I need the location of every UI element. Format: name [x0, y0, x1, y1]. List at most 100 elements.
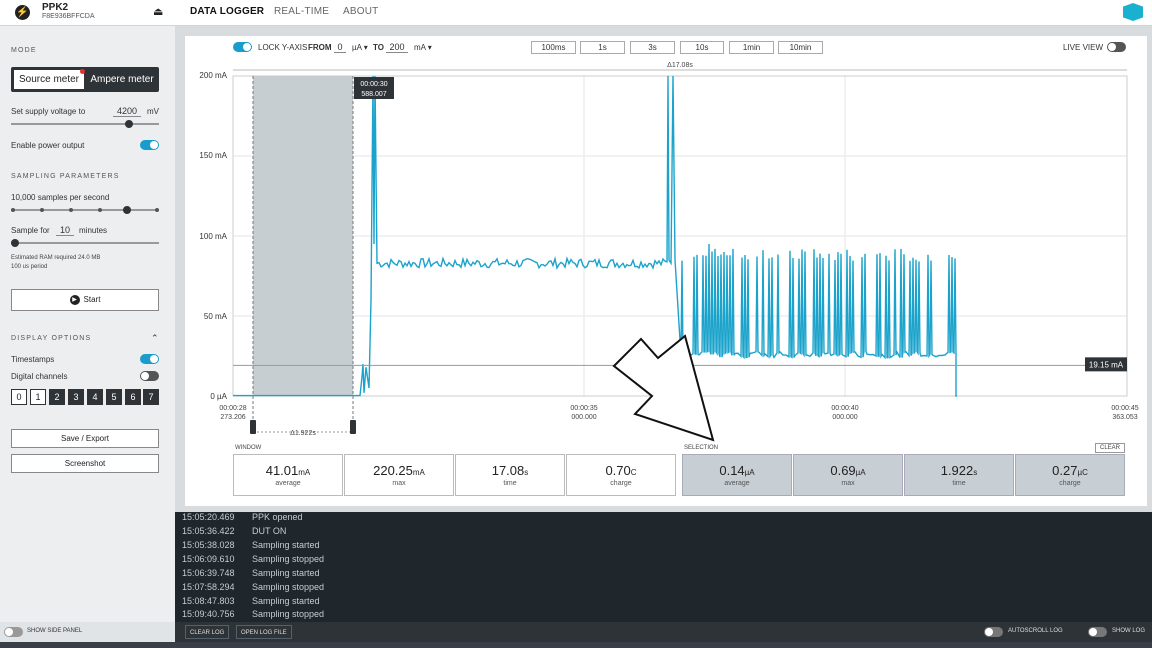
- clear-selection-button[interactable]: CLEAR: [1095, 443, 1126, 453]
- digital-channel-7[interactable]: 7: [143, 389, 159, 405]
- screenshot-button[interactable]: Screenshot: [11, 454, 159, 473]
- top-bar: ⚡ PPK2 F8E936BFFCDA ⏏ DATA LOGGER REAL-T…: [0, 0, 1152, 26]
- log-entry: 15:07:58.294 Sampling stopped: [182, 582, 324, 592]
- stat-unit: s: [524, 468, 529, 477]
- selection-stats-label: SELECTION: [684, 445, 719, 451]
- slider-tick: [40, 208, 44, 212]
- supply-voltage-unit: mV: [147, 107, 159, 116]
- log-entry: 15:05:20.469 PPK opened: [182, 512, 303, 522]
- x-tick-sub: 000.000: [571, 414, 597, 421]
- x-tick-time: 00:00:35: [570, 405, 598, 412]
- x-tick-label: 00:00:45 363.053: [1095, 404, 1152, 422]
- device-serial: F8E936BFFCDA: [42, 13, 95, 20]
- enable-power-toggle[interactable]: [140, 140, 159, 150]
- display-options-heading: DISPLAY OPTIONS: [11, 335, 92, 342]
- source-meter-label: Source meter: [18, 74, 80, 85]
- digital-channels-toggle[interactable]: [140, 371, 159, 381]
- timestamps-toggle[interactable]: [140, 354, 159, 364]
- log-time: 15:06:09.610: [182, 554, 235, 564]
- supply-voltage-knob[interactable]: [125, 120, 133, 128]
- open-log-file-button[interactable]: OPEN LOG FILE: [236, 625, 292, 639]
- collapse-chevron-icon[interactable]: ⌃: [151, 333, 159, 344]
- digital-channel-2[interactable]: 2: [49, 389, 65, 405]
- autoscroll-log-label: AUTOSCROLL LOG: [1008, 628, 1063, 634]
- stat-unit: µA: [855, 468, 866, 477]
- tab-about[interactable]: ABOUT: [343, 6, 378, 17]
- start-button[interactable]: ▶ Start: [11, 289, 159, 311]
- cursor-time-label: 00:00:30: [360, 81, 387, 88]
- sampling-heading: SAMPLING PARAMETERS: [11, 173, 120, 180]
- stat-value: 0.14: [719, 463, 745, 478]
- selection-end-handle-icon: [350, 420, 356, 434]
- save-export-button[interactable]: Save / Export: [11, 429, 159, 448]
- current-chart[interactable]: 19.15 mA 00:00:30 588.007 Δ17.08s Δ1.922s: [185, 36, 1147, 442]
- slider-tick: [11, 208, 15, 212]
- ampere-meter-button[interactable]: Ampere meter: [87, 70, 157, 89]
- autoscroll-log-toggle[interactable]: [984, 627, 1003, 637]
- digital-channel-6[interactable]: 6: [125, 389, 141, 405]
- window-charge-stat: 0.70C charge: [566, 454, 676, 496]
- active-dot-icon: [80, 69, 85, 74]
- x-tick-sub: 000.000: [832, 414, 858, 421]
- mode-toggle: Source meter Ampere meter: [11, 67, 159, 92]
- sample-duration-slider[interactable]: [11, 239, 159, 247]
- log-message: Sampling started: [252, 540, 320, 550]
- log-entry: 15:05:38.028 Sampling started: [182, 540, 320, 550]
- eject-icon[interactable]: ⏏: [153, 5, 163, 18]
- stat-name: charge: [610, 480, 632, 487]
- ram-note: Estimated RAM required 24.0 MB: [11, 255, 101, 261]
- clear-log-button[interactable]: CLEAR LOG: [185, 625, 230, 639]
- show-log-toggle[interactable]: [1088, 627, 1107, 637]
- sample-for-label: Sample for: [11, 226, 50, 235]
- log-message: PPK opened: [252, 512, 303, 522]
- digital-channel-5[interactable]: 5: [106, 389, 122, 405]
- os-taskbar: [0, 642, 1152, 648]
- window-time-stat: 17.08s time: [455, 454, 565, 496]
- log-time: 15:07:58.294: [182, 582, 235, 592]
- log-entry: 15:09:40.756 Sampling stopped: [182, 609, 324, 619]
- digital-channel-3[interactable]: 3: [68, 389, 84, 405]
- supply-voltage-slider[interactable]: [11, 120, 159, 128]
- samples-slider[interactable]: [11, 206, 159, 214]
- tab-data-logger[interactable]: DATA LOGGER: [190, 6, 264, 17]
- delta-selection-label: Δ1.922s: [290, 430, 316, 437]
- sample-for-unit: minutes: [79, 226, 108, 235]
- window-average-stat: 41.01mA average: [233, 454, 343, 496]
- selection-charge-stat: 0.27µC charge: [1015, 454, 1125, 496]
- log-message: Sampling stopped: [252, 582, 325, 592]
- show-side-panel-toggle[interactable]: [4, 627, 23, 637]
- log-entry: 15:08:47.803 Sampling started: [182, 596, 320, 606]
- stat-unit: mA: [298, 468, 311, 477]
- samples-knob[interactable]: [123, 206, 131, 214]
- x-tick-sub: 363.053: [1112, 414, 1138, 421]
- stat-value: 0.69: [830, 463, 856, 478]
- source-meter-button[interactable]: Source meter: [14, 69, 85, 89]
- digital-channel-1[interactable]: 1: [30, 389, 46, 405]
- digital-channel-0[interactable]: 0: [11, 389, 27, 405]
- log-time: 15:06:39.748: [182, 568, 235, 578]
- log-entry: 15:06:09.610 Sampling stopped: [182, 554, 324, 564]
- sample-duration-knob[interactable]: [11, 239, 19, 247]
- log-message: Sampling started: [252, 568, 320, 578]
- stat-value: 220.25: [373, 463, 413, 478]
- stat-value: 41.01: [265, 463, 299, 478]
- digital-channel-4[interactable]: 4: [87, 389, 103, 405]
- digital-channels-label: Digital channels: [11, 372, 68, 381]
- log-message: DUT ON: [252, 526, 287, 536]
- stat-name: max: [392, 480, 406, 487]
- selection-start-handle-icon: [250, 420, 256, 434]
- x-tick-label: 00:00:28 273.206: [203, 404, 263, 422]
- sample-for-input[interactable]: 10: [56, 225, 74, 236]
- window-max-stat: 220.25mA max: [344, 454, 454, 496]
- log-message: Sampling started: [252, 596, 320, 606]
- log-entry: 15:06:39.748 Sampling started: [182, 568, 320, 578]
- supply-voltage-input[interactable]: 4200: [113, 106, 141, 117]
- period-note: 100 us period: [11, 264, 48, 270]
- start-label: Start: [83, 295, 101, 304]
- tab-real-time[interactable]: REAL-TIME: [274, 6, 329, 17]
- selection-time-stat: 1.922s time: [904, 454, 1014, 496]
- stat-value: 0.70: [605, 463, 631, 478]
- log-time: 15:09:40.756: [182, 609, 235, 619]
- stat-name: average: [275, 480, 301, 487]
- lightning-icon: ⚡: [15, 5, 30, 20]
